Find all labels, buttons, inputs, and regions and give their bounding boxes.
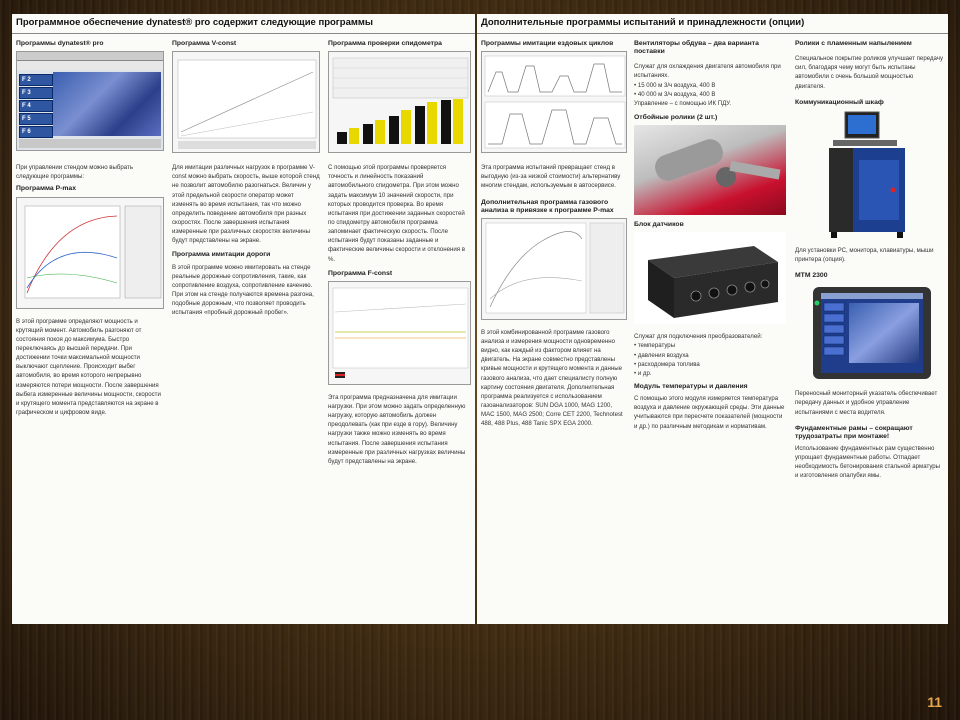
list-item: • 40 000 м 3/ч воздуха, 400 В — [634, 90, 716, 98]
paragraph: Эта программа предназначена для имитации… — [328, 393, 466, 465]
paragraph: Эта программа испытаний превращает стенд… — [481, 164, 621, 190]
page-number: 11 — [927, 694, 942, 710]
left-column-2: Программа V-const Для имитации различных… — [172, 36, 320, 624]
fan-options-list: • 15 000 м 3/ч воздуха, 400 В • 40 000 м… — [634, 81, 786, 99]
vconst-chart-screenshot — [172, 51, 320, 154]
mtm2300-photo — [795, 283, 943, 383]
section-title: Программы имитации ездовых циклов — [481, 40, 614, 47]
section-title: Программа F-const — [328, 269, 393, 277]
key-f2: F 2 — [19, 74, 53, 87]
dynatest-menu-screenshot: F 2 F 3 F 4 F 5 F 6 — [16, 51, 164, 152]
key-f6: F 6 — [19, 126, 53, 139]
pmax-chart-screenshot — [16, 196, 164, 309]
vconst-curves — [177, 59, 317, 150]
paragraph: Специальное покрытие роликов улучшает пе… — [795, 55, 943, 90]
mtm2300-drawing — [813, 287, 931, 380]
paragraph: В этой комбинированной программе газовог… — [481, 328, 623, 428]
key-f3: F 3 — [19, 87, 53, 100]
section-title: Программа проверки спидометра — [328, 40, 442, 47]
section-title: МТМ 2300 — [795, 272, 828, 280]
paragraph: В этой программе определяют мощность и к… — [16, 317, 161, 416]
paragraph: Использование фундаментных рам существен… — [795, 445, 941, 480]
left-page-title: Программное обеспечение dynatest® pro со… — [12, 14, 475, 34]
list-item: • давления воздуха — [634, 351, 689, 359]
left-column-3: Программа проверки спидометра С помощью … — [328, 36, 471, 624]
paragraph: В этой программе можно имитировать на ст… — [172, 263, 314, 317]
sensor-box-drawing — [648, 246, 778, 319]
section-title: Коммуникационный шкаф — [795, 98, 884, 106]
paragraph: Переносный мониторный указатель обеспечи… — [795, 390, 938, 416]
list-item: • температуры — [634, 342, 676, 350]
drive-cycle-curves — [484, 55, 626, 149]
paragraph: Для имитации различных нагрузок в програ… — [172, 164, 320, 245]
paragraph: С помощью этой программы проверяется точ… — [328, 164, 465, 263]
section-title: Отбойные ролики (2 шт.) — [634, 114, 718, 122]
list-item: • 15 000 м 3/ч воздуха, 400 В — [634, 81, 716, 89]
right-column-3: Ролики с пламенным напылением Специально… — [795, 36, 943, 624]
list-item: • расходомера топлива — [634, 360, 700, 368]
section-title: Ролики с пламенным напылением — [795, 40, 912, 47]
paragraph: При управлении стендом можно выбрать сле… — [16, 164, 134, 181]
speedometer-chart-screenshot — [328, 51, 471, 154]
menu-image — [53, 72, 161, 137]
paragraph: Служат для подключения преобразователей: — [634, 333, 763, 341]
paragraph: Управление – с помощью ИК ПДУ. — [634, 99, 732, 107]
section-title: Программа имитации дороги — [172, 251, 271, 259]
section-title: Программы dynatest® pro — [16, 40, 104, 47]
section-title: Вентиляторы обдува – два варианта постав… — [634, 40, 759, 56]
paragraph: С помощью этого модуля измеряется темпер… — [634, 395, 785, 430]
section-title: Дополнительная программа газового анализ… — [481, 198, 614, 214]
paragraph: Служат для охлаждения двигателя автомоби… — [634, 63, 781, 80]
right-column-2: Вентиляторы обдува – два варианта постав… — [634, 36, 786, 624]
paragraph: Для установки PC, монитора, клавиатуры, … — [795, 246, 934, 264]
section-title: Фундаментные рамы – сокращают трудозатра… — [795, 424, 913, 440]
key-f5: F 5 — [19, 113, 53, 126]
key-f4: F 4 — [19, 100, 53, 113]
left-page: Программное обеспечение dynatest® pro со… — [12, 14, 475, 624]
right-page-title: Дополнительные программы испытаний и при… — [477, 14, 948, 34]
pmax-curves — [24, 205, 162, 298]
communication-cabinet-photo — [795, 110, 943, 240]
sensors-list: • температуры • давления воздуха • расхо… — [634, 341, 786, 378]
cabinet-drawing — [829, 111, 905, 238]
speedometer-bars — [332, 57, 469, 145]
sensor-box-photo — [634, 232, 786, 325]
gas-analysis-screenshot — [481, 217, 627, 320]
right-column-1: Программы имитации ездовых циклов Эта пр… — [481, 36, 627, 624]
section-title: Блок датчиков — [634, 221, 684, 229]
fconst-curves — [332, 287, 469, 378]
left-column-1: Программы dynatest® pro F 2 F 3 F 4 F 5 … — [16, 36, 164, 624]
fconst-chart-screenshot — [328, 280, 471, 385]
section-title: Модуль температуры и давления — [634, 383, 748, 391]
section-title: Программа P-max — [16, 185, 76, 193]
list-item: • и др. — [634, 369, 652, 377]
right-page: Дополнительные программы испытаний и при… — [477, 14, 948, 624]
bump-rollers-photo — [634, 125, 786, 216]
roller-drawing — [655, 139, 781, 188]
drive-cycle-screenshot — [481, 51, 627, 154]
section-title: Программа V-const — [172, 40, 237, 47]
gas-analysis-curves — [485, 222, 625, 314]
